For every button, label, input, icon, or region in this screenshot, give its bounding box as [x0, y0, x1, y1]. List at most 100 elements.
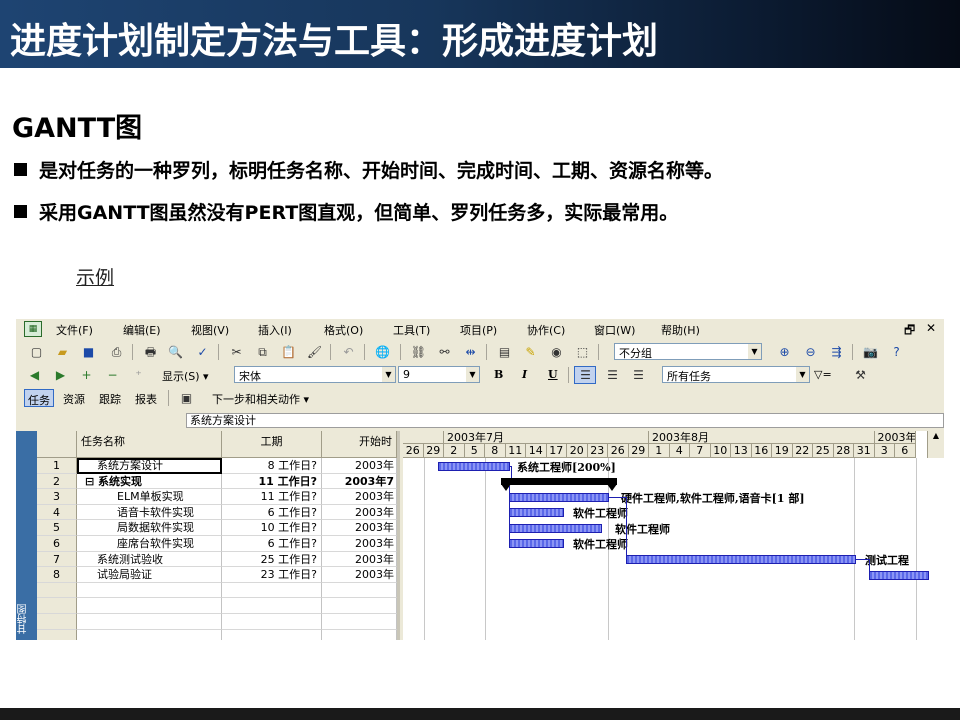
- align-right-icon[interactable]: ☰: [630, 367, 647, 383]
- start-cell[interactable]: 2003年: [322, 504, 397, 521]
- app-icon[interactable]: ▦: [24, 321, 42, 337]
- close-icon[interactable]: ✕: [926, 321, 936, 335]
- task-name-cell[interactable]: 系统测试验收: [77, 551, 222, 568]
- empty-cell[interactable]: [37, 629, 77, 640]
- gantt-bar-task-1[interactable]: [438, 462, 510, 471]
- format-painter-icon[interactable]: 🖌: [306, 344, 323, 360]
- row-id-cell[interactable]: 2: [37, 473, 77, 490]
- start-cell[interactable]: 2003年: [322, 536, 397, 552]
- duration-cell[interactable]: 11 工作日?: [222, 489, 322, 505]
- empty-row[interactable]: [37, 582, 397, 599]
- table-row[interactable]: 1 系统方案设计 8 工作日? 2003年: [37, 458, 397, 474]
- chevron-down-icon[interactable]: ▼: [796, 367, 809, 382]
- gantt-bar-task-6[interactable]: [509, 539, 564, 548]
- assign-icon[interactable]: ◉: [548, 344, 565, 360]
- copy-picture-icon[interactable]: 📷: [862, 344, 879, 360]
- font-select[interactable]: 宋体 ▼: [234, 366, 396, 383]
- table-row[interactable]: 5 局数据软件实现 10 工作日? 2003年: [37, 520, 397, 536]
- font-size-select[interactable]: 9 ▼: [398, 366, 480, 383]
- new-icon[interactable]: ▢: [28, 344, 45, 360]
- empty-cell[interactable]: [222, 582, 322, 599]
- table-row[interactable]: 3 ELM单板实现 11 工作日? 2003年: [37, 489, 397, 505]
- empty-row[interactable]: [37, 629, 397, 640]
- task-name-cell[interactable]: 座席台软件实现: [77, 536, 222, 552]
- empty-cell[interactable]: [222, 629, 322, 640]
- empty-cell[interactable]: [322, 629, 397, 640]
- chevron-down-icon[interactable]: ▼: [382, 367, 395, 382]
- align-center-icon[interactable]: ☰: [604, 367, 621, 383]
- web-icon[interactable]: 🌐: [374, 344, 391, 360]
- duration-cell[interactable]: 8 工作日?: [222, 458, 322, 474]
- gantt-bar-task-4[interactable]: [509, 508, 564, 517]
- italic-button[interactable]: I: [522, 368, 527, 381]
- row-id-cell[interactable]: 8: [37, 567, 77, 583]
- gantt-bar-task-8[interactable]: [869, 571, 929, 580]
- print-icon[interactable]: 🖶: [142, 344, 159, 360]
- table-row[interactable]: 8 试验局验证 23 工作日? 2003年: [37, 567, 397, 583]
- task-name-cell[interactable]: 局数据软件实现: [77, 520, 222, 536]
- bold-button[interactable]: B: [494, 368, 503, 381]
- start-cell[interactable]: 2003年: [322, 567, 397, 583]
- empty-cell[interactable]: [222, 598, 322, 614]
- gantt-summary-bar[interactable]: [501, 478, 617, 485]
- task-name-cell[interactable]: ELM单板实现: [77, 489, 222, 505]
- undo-icon[interactable]: ↶: [340, 344, 357, 360]
- menu-project[interactable]: 项目(P): [460, 322, 497, 338]
- restore-icon[interactable]: 🗗: [904, 321, 915, 342]
- empty-row[interactable]: [37, 598, 397, 614]
- row-id-cell[interactable]: 1: [37, 458, 77, 474]
- open-icon[interactable]: ▰: [54, 344, 71, 360]
- row-id-cell[interactable]: 7: [37, 551, 77, 568]
- task-name-cell[interactable]: 试验局验证: [77, 567, 222, 583]
- cut-icon[interactable]: ✂: [228, 344, 245, 360]
- link-icon[interactable]: ⛓: [410, 344, 427, 360]
- duration-cell[interactable]: 11 工作日?: [222, 473, 322, 490]
- row-id-cell[interactable]: 5: [37, 520, 77, 536]
- empty-cell[interactable]: [222, 614, 322, 630]
- scroll-to-task-icon[interactable]: ⇶: [828, 344, 845, 360]
- duration-cell[interactable]: 25 工作日?: [222, 551, 322, 568]
- empty-cell[interactable]: [37, 598, 77, 614]
- column-header-task-name[interactable]: 任务名称: [77, 431, 222, 458]
- task-name-cell[interactable]: ⊟ 系统实现: [77, 473, 222, 490]
- underline-button[interactable]: U: [548, 368, 558, 381]
- guide-tab-tracking[interactable]: 跟踪: [96, 389, 124, 407]
- chevron-up-icon[interactable]: ▲: [928, 431, 944, 440]
- table-row[interactable]: 6 座席台软件实现 6 工作日? 2003年: [37, 536, 397, 552]
- gantt-bar-task-5[interactable]: [509, 524, 602, 533]
- gantt-wizard-icon[interactable]: ⚒: [852, 367, 869, 383]
- example-link[interactable]: 示例: [76, 263, 114, 290]
- menu-insert[interactable]: 插入(I): [258, 322, 292, 338]
- minus-icon[interactable]: −: [104, 367, 121, 383]
- empty-cell[interactable]: [37, 582, 77, 599]
- empty-cell[interactable]: [77, 614, 222, 630]
- show-subtasks-icon[interactable]: ⁺: [130, 367, 147, 383]
- plus-icon[interactable]: +: [78, 367, 95, 383]
- start-cell[interactable]: 2003年: [322, 458, 397, 474]
- task-name-cell[interactable]: 系统方案设计: [77, 458, 222, 474]
- copy-icon[interactable]: ⧉: [254, 344, 271, 360]
- guide-tab-tasks[interactable]: 任务: [24, 389, 54, 407]
- guide-tab-resources[interactable]: 资源: [60, 389, 88, 407]
- table-row[interactable]: 2 ⊟ 系统实现 11 工作日? 2003年7: [37, 473, 397, 490]
- empty-cell[interactable]: [322, 598, 397, 614]
- paste-icon[interactable]: 📋: [280, 344, 297, 360]
- save-icon[interactable]: ■: [80, 344, 97, 360]
- menu-file[interactable]: 文件(F): [56, 322, 93, 338]
- gantt-bar-task-7[interactable]: [626, 555, 856, 564]
- spell-icon[interactable]: ✓: [194, 344, 211, 360]
- start-cell[interactable]: 2003年7: [322, 473, 397, 490]
- empty-cell[interactable]: [77, 629, 222, 640]
- empty-cell[interactable]: [77, 598, 222, 614]
- show-menu[interactable]: 显示(S) ▾: [162, 368, 209, 384]
- start-cell[interactable]: 2003年: [322, 489, 397, 505]
- task-name-cell[interactable]: 语音卡软件实现: [77, 504, 222, 521]
- empty-cell[interactable]: [322, 614, 397, 630]
- column-header-duration[interactable]: 工期: [222, 431, 322, 458]
- menu-format[interactable]: 格式(O): [324, 322, 363, 338]
- help-icon[interactable]: ?: [888, 344, 905, 360]
- gantt-scroll-up[interactable]: ▲: [927, 431, 944, 458]
- row-id-cell[interactable]: 6: [37, 536, 77, 552]
- row-id-cell[interactable]: 3: [37, 489, 77, 505]
- empty-cell[interactable]: [37, 614, 77, 630]
